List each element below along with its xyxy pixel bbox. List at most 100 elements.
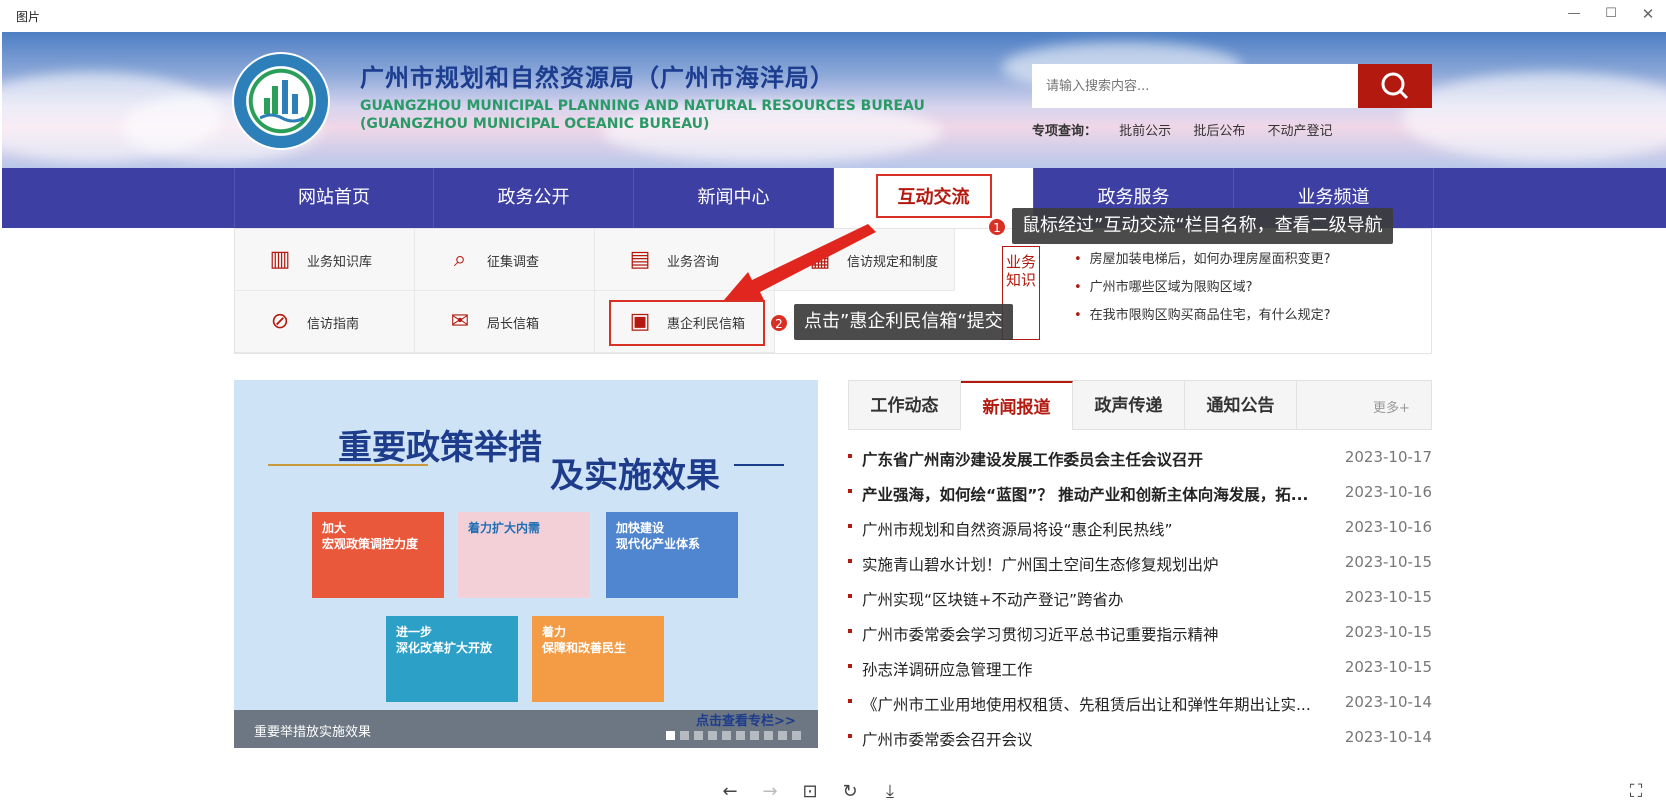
promo-tile[interactable]: 加大 宏观政策调控力度 [312, 512, 444, 598]
submenu-petition-guide[interactable]: ⊘ 信访指南 [235, 291, 415, 353]
knowledge-item[interactable]: 广州市哪些区域为限购区域? [1074, 278, 1331, 306]
tab-news-reports[interactable]: 新闻报道 [961, 381, 1073, 430]
news-date: 2023-10-15 [1344, 623, 1432, 641]
news-date: 2023-10-15 [1344, 588, 1432, 606]
tip-step-2: 点击”惠企利民信箱“提交 [794, 304, 1013, 340]
news-item[interactable]: 实施青山碧水计划！广州国土空间生态修复规划出炉 2023-10-15 [848, 545, 1432, 580]
promo-subtitle: 及实施效果 [550, 456, 720, 496]
quick-link-preapproval[interactable]: 批前公示 [1119, 124, 1171, 139]
news-tabs: 工作动态 新闻报道 政声传递 通知公告 更多+ [848, 380, 1432, 430]
news-item[interactable]: 产业强海，如何绘“蓝图”？ 推动产业和创新主体向海发展，拓... 2023-10-… [848, 475, 1432, 510]
step-badge: 2 [770, 314, 788, 332]
search-button[interactable] [1358, 64, 1432, 108]
nav-home[interactable]: 网站首页 [234, 168, 434, 228]
news-title[interactable]: 广东省广州南沙建设发展工作委员会主任会议召开 [862, 448, 1332, 470]
news-date: 2023-10-15 [1344, 553, 1432, 571]
news-item[interactable]: 广州市委常委会学习贯彻习近平总书记重要指示精神 2023-10-15 [848, 615, 1432, 650]
survey-icon: ⌕ [453, 247, 467, 272]
submenu-consult[interactable]: ▤ 业务咨询 [595, 229, 775, 291]
slide-dot[interactable] [736, 731, 745, 740]
news-item[interactable]: 广东省广州南沙建设发展工作委员会主任会议召开 2023-10-17 [848, 440, 1432, 475]
search-input[interactable] [1032, 64, 1358, 108]
slide-dot[interactable] [778, 731, 787, 740]
minimize-icon[interactable]: — [1560, 4, 1588, 24]
arrow-right-icon[interactable]: → [758, 780, 782, 804]
viewer-toolbar: ← → ⊡ ↻ ⤓ ⛶ [0, 772, 1666, 812]
news-title[interactable]: 广州市规划和自然资源局将设“惠企利民热线” [862, 518, 1332, 540]
nav-gov-open[interactable]: 政务公开 [434, 168, 634, 228]
policy-banner[interactable]: 重要政策举措 及实施效果 加大 宏观政策调控力度 着力扩大内需 加快建设 现代化… [234, 380, 818, 748]
news-item[interactable]: 广州市委常委会召开会议 2023-10-14 [848, 720, 1432, 755]
submenu-petition-rules[interactable]: ▦ 信访规定和制度 [775, 229, 955, 291]
slide-dot[interactable] [750, 731, 759, 740]
news-item[interactable]: 广州实现“区块链+不动产登记”跨省办 2023-10-15 [848, 580, 1432, 615]
quick-link-realestate[interactable]: 不动产登记 [1267, 124, 1332, 139]
close-icon[interactable]: ✕ [1634, 4, 1662, 24]
rotate-icon[interactable]: ↻ [838, 780, 862, 804]
submenu-survey[interactable]: ⌕ 征集调查 [415, 229, 595, 291]
window-titlebar: 图片 — ☐ ✕ [0, 0, 1666, 32]
slide-dot[interactable] [708, 731, 717, 740]
news-date: 2023-10-17 [1344, 448, 1432, 466]
submenu-label: 业务知识库 [307, 255, 373, 270]
news-date: 2023-10-16 [1344, 518, 1432, 536]
promo-tile[interactable]: 着力 保障和改善民生 [532, 616, 664, 702]
promo-tile[interactable]: 着力扩大内需 [458, 512, 590, 598]
more-link[interactable]: 更多+ [1373, 397, 1410, 416]
promo-tile[interactable]: 加快建设 现代化产业体系 [606, 512, 738, 598]
nav-news[interactable]: 新闻中心 [634, 168, 834, 228]
news-title[interactable]: 广州实现“区块链+不动产登记”跨省办 [862, 588, 1332, 610]
submenu-knowledge-base[interactable]: ▥ 业务知识库 [235, 229, 415, 291]
decor-line [734, 464, 784, 466]
highlight-nav-interaction [876, 174, 992, 218]
search-icon [1381, 72, 1409, 100]
news-item[interactable]: 《广州市工业用地使用权租赁、先租赁后出让和弹性年期出让实... 2023-10-1… [848, 685, 1432, 720]
promo-tile[interactable]: 进一步 深化改革扩大开放 [386, 616, 518, 702]
slide-dot[interactable] [666, 731, 675, 740]
news-title[interactable]: 广州市委常委会学习贯彻习近平总书记重要指示精神 [862, 623, 1332, 645]
slide-dot[interactable] [680, 731, 689, 740]
fit-icon[interactable]: ⊡ [798, 780, 822, 804]
submenu-director-mailbox[interactable]: ✉ 局长信箱 [415, 291, 595, 353]
tab-work-news[interactable]: 工作动态 [849, 381, 961, 430]
bullet-icon [848, 559, 852, 563]
news-item[interactable]: 孙志洋调研应急管理工作 2023-10-15 [848, 650, 1432, 685]
submenu-label: 信访指南 [307, 317, 360, 332]
news-date: 2023-10-14 [1344, 728, 1432, 746]
slide-dot[interactable] [792, 731, 801, 740]
maximize-icon[interactable]: ☐ [1597, 4, 1625, 24]
news-title[interactable]: 孙志洋调研应急管理工作 [862, 658, 1332, 680]
bullet-icon [848, 734, 852, 738]
news-item[interactable]: 广州市规划和自然资源局将设“惠企利民热线” 2023-10-16 [848, 510, 1432, 545]
site-title: 广州市规划和自然资源局（广州市海洋局） [360, 64, 835, 92]
step-badge: 1 [988, 218, 1006, 236]
knowledge-item[interactable]: 在我市限购区购买商品住宅，有什么规定? [1074, 306, 1331, 334]
bullet-icon [848, 664, 852, 668]
news-date: 2023-10-16 [1344, 483, 1432, 501]
quick-query-label: 专项查询： [1032, 124, 1098, 139]
promo-caption: 重要举措放实施效果 [254, 725, 372, 740]
arrow-left-icon[interactable]: ← [718, 780, 742, 804]
mail-icon: ✉ [450, 309, 470, 334]
news-title[interactable]: 产业强海，如何绘“蓝图”？ 推动产业和创新主体向海发展，拓... [862, 483, 1332, 505]
tab-gov-voice[interactable]: 政声传递 [1073, 381, 1185, 430]
bureau-logo[interactable] [232, 52, 330, 150]
download-icon[interactable]: ⤓ [878, 780, 902, 804]
news-list: 广东省广州南沙建设发展工作委员会主任会议召开 2023-10-17 产业强海，如何绘… [848, 440, 1432, 755]
news-title[interactable]: 实施青山碧水计划！广州国土空间生态修复规划出炉 [862, 553, 1332, 575]
news-title[interactable]: 《广州市工业用地使用权租赁、先租赁后出让和弹性年期出让实... [862, 693, 1332, 715]
quick-link-postapproval[interactable]: 批后公布 [1193, 124, 1245, 139]
fullscreen-icon[interactable]: ⛶ [1624, 780, 1648, 804]
slide-dot[interactable] [722, 731, 731, 740]
bullet-icon [848, 629, 852, 633]
slide-dot[interactable] [694, 731, 703, 740]
promo-title: 重要政策举措 [338, 428, 542, 468]
knowledge-item[interactable]: 房屋加装电梯后，如何办理房屋面积变更? [1074, 250, 1331, 278]
bullet-icon [848, 489, 852, 493]
news-title[interactable]: 广州市委常委会召开会议 [862, 728, 1332, 750]
tab-notices[interactable]: 通知公告 [1185, 381, 1297, 430]
submenu-label: 信访规定和制度 [847, 255, 939, 270]
slide-dot[interactable] [764, 731, 773, 740]
book-icon: ▥ [269, 247, 291, 272]
bullet-icon [848, 594, 852, 598]
